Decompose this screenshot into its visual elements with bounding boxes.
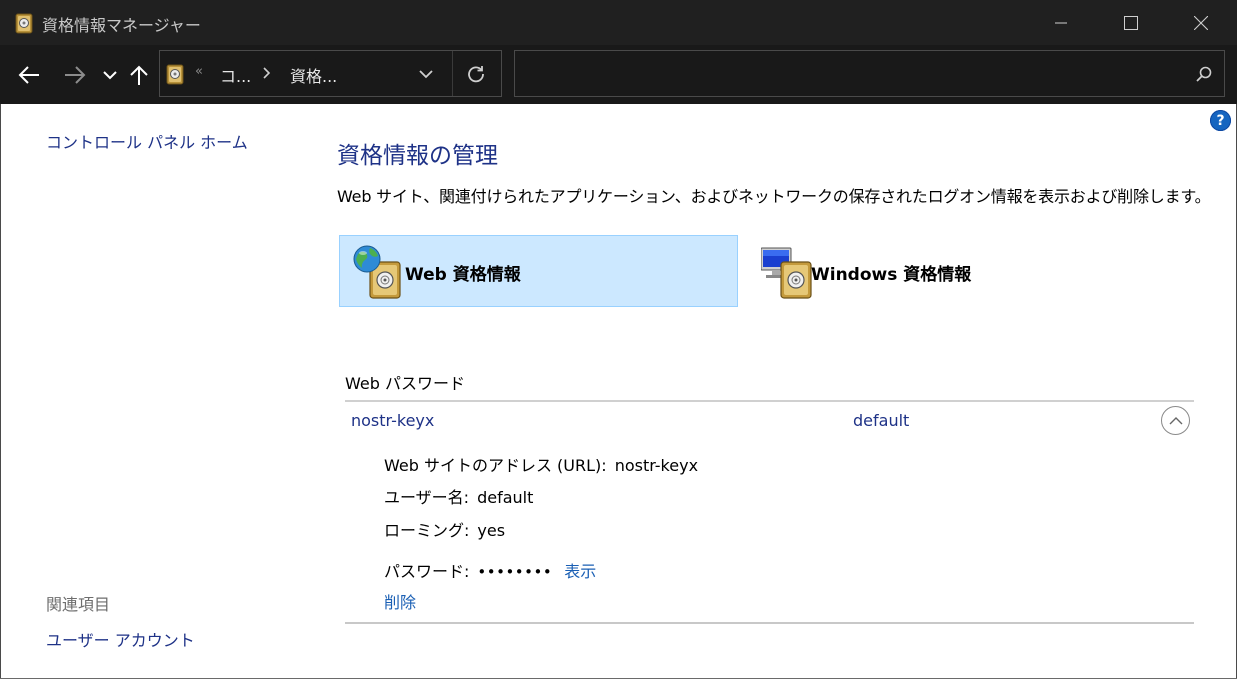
- roaming-value: yes: [477, 521, 506, 540]
- forward-button[interactable]: [60, 59, 90, 91]
- collapse-button[interactable]: [1161, 406, 1190, 435]
- chevron-down-icon: [419, 69, 433, 78]
- search-icon[interactable]: [1194, 64, 1214, 84]
- up-arrow-icon: [130, 65, 148, 85]
- credential-user[interactable]: default: [853, 411, 909, 430]
- left-pane: コントロール パネル ホーム 関連項目 ユーザー アカウント: [0, 104, 320, 679]
- maximize-button[interactable]: [1096, 0, 1166, 45]
- delete-link[interactable]: 削除: [384, 589, 416, 613]
- chevron-down-icon: [103, 71, 117, 80]
- web-credentials-tile[interactable]: Web 資格情報: [339, 235, 738, 307]
- window-title: 資格情報マネージャー: [42, 16, 201, 35]
- address-bar[interactable]: « コ... 資格...: [159, 50, 502, 97]
- title-bar: 資格情報マネージャー: [0, 0, 1237, 45]
- forward-arrow-icon: [65, 66, 86, 84]
- windows-credentials-label: Windows 資格情報: [811, 265, 972, 285]
- maximize-icon: [1124, 15, 1138, 30]
- web-credentials-icon: [352, 244, 406, 300]
- minimize-icon: [1055, 22, 1067, 23]
- address-dropdown-button[interactable]: [416, 65, 436, 83]
- password-mask: ••••••••: [477, 563, 553, 581]
- back-button[interactable]: [14, 59, 44, 91]
- breadcrumb-control-panel[interactable]: コ...: [220, 63, 251, 87]
- breadcrumb-separator-icon[interactable]: [260, 63, 274, 83]
- page-title: 資格情報の管理: [337, 143, 498, 169]
- roaming-row: ローミング: yes: [384, 517, 505, 541]
- username-label: ユーザー名:: [384, 488, 470, 507]
- windows-credentials-icon: [760, 244, 815, 300]
- section-title: Web パスワード: [345, 374, 465, 393]
- related-heading: 関連項目: [46, 595, 111, 614]
- chevron-up-icon: [1169, 417, 1182, 425]
- url-row: Web サイトのアドレス (URL): nostr-keyx: [384, 452, 698, 476]
- show-password-link[interactable]: 表示: [564, 562, 596, 581]
- navigation-bar: « コ... 資格...: [0, 45, 1237, 104]
- username-row: ユーザー名: default: [384, 484, 533, 508]
- url-label: Web サイトのアドレス (URL):: [384, 456, 607, 475]
- password-label: パスワード:: [384, 562, 470, 581]
- breadcrumb-credential-manager[interactable]: 資格...: [290, 63, 337, 87]
- credential-manager-icon: [14, 12, 34, 34]
- page-description: Web サイト、関連付けられたアプリケーション、およびネットワークの保存されたロ…: [337, 187, 1211, 206]
- control-panel-home-link[interactable]: コントロール パネル ホーム: [46, 129, 248, 153]
- search-box[interactable]: [514, 50, 1225, 97]
- url-value: nostr-keyx: [614, 456, 699, 475]
- help-icon[interactable]: ?: [1210, 110, 1231, 131]
- credential-bottom-divider: [345, 622, 1194, 624]
- windows-credentials-tile[interactable]: Windows 資格情報: [748, 235, 1147, 307]
- refresh-button[interactable]: [465, 63, 487, 85]
- username-value: default: [477, 488, 534, 507]
- web-credentials-label: Web 資格情報: [405, 265, 521, 285]
- breadcrumb-overflow[interactable]: «: [195, 64, 203, 79]
- window-border-left: [0, 104, 1, 679]
- address-divider: [452, 51, 453, 96]
- refresh-icon: [468, 66, 484, 83]
- close-button[interactable]: [1166, 0, 1236, 45]
- up-button[interactable]: [125, 59, 153, 91]
- back-arrow-icon: [18, 66, 39, 84]
- credential-manager-icon: [165, 63, 185, 85]
- credential-name[interactable]: nostr-keyx: [351, 411, 434, 430]
- recent-locations-button[interactable]: [98, 59, 122, 91]
- minimize-button[interactable]: [1026, 0, 1096, 45]
- section-divider: [345, 400, 1194, 402]
- close-icon: [1194, 15, 1208, 30]
- password-row: パスワード: •••••••• 表示: [384, 558, 596, 582]
- roaming-label: ローミング:: [384, 521, 470, 540]
- search-input[interactable]: [515, 51, 1175, 96]
- user-accounts-link[interactable]: ユーザー アカウント: [46, 627, 195, 651]
